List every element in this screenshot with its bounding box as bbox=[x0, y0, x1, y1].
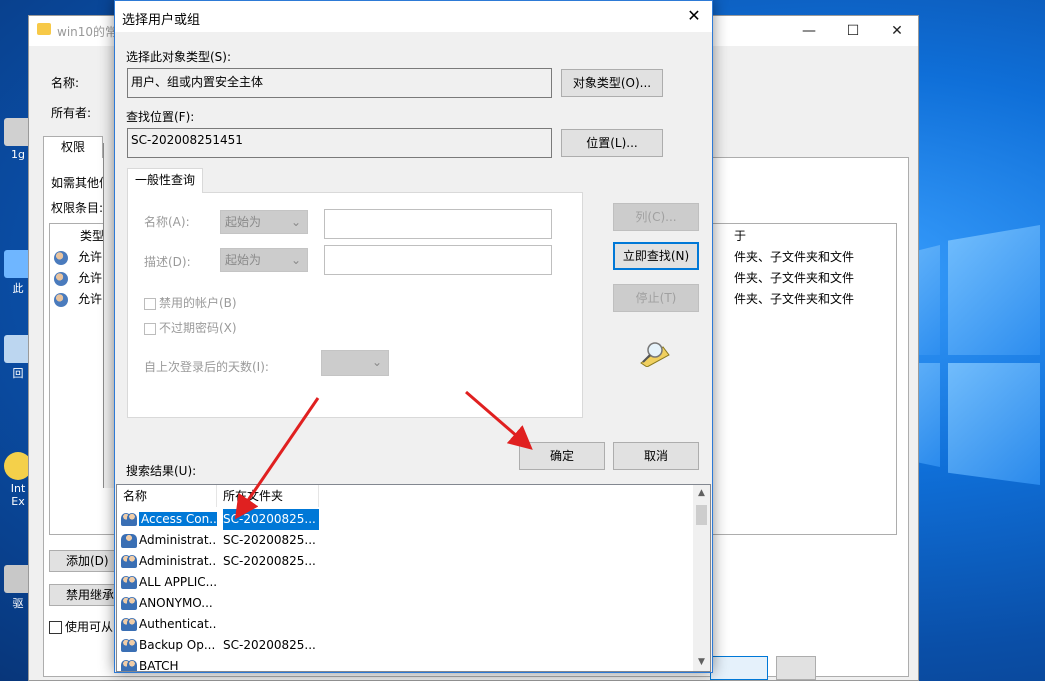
maximize-button[interactable]: ☐ bbox=[843, 21, 863, 41]
name-mode-select: 起始为 ⌄ bbox=[220, 210, 308, 234]
object-type-field: 用户、组或内置安全主体 bbox=[127, 68, 552, 98]
group-icon bbox=[121, 659, 137, 671]
search-results-list[interactable]: 名称 所在文件夹 Access Con... SC-20200825... Admi… bbox=[116, 484, 711, 672]
stop-button: 停止(T) bbox=[613, 284, 699, 312]
non-expiring-password-checkbox: 不过期密码(X) bbox=[144, 319, 237, 336]
result-folder: SC-20200825... bbox=[223, 533, 316, 547]
users-icon bbox=[54, 271, 68, 286]
column-header-name[interactable]: 名称 bbox=[117, 485, 217, 507]
search-results-label: 搜索结果(U): bbox=[126, 464, 197, 478]
list-item[interactable]: BATCH bbox=[117, 656, 697, 672]
find-now-button[interactable]: 立即查找(N) bbox=[613, 242, 699, 270]
close-button[interactable]: ✕ bbox=[887, 21, 907, 41]
group-icon bbox=[121, 596, 137, 611]
group-icon bbox=[121, 575, 137, 590]
apply-text: 件夹、子文件夹和文件 bbox=[734, 271, 855, 285]
search-flashlight-icon bbox=[640, 342, 670, 367]
ok-button-partial[interactable] bbox=[710, 656, 768, 680]
cancel-button-partial[interactable] bbox=[776, 656, 816, 680]
chevron-down-icon: ⌄ bbox=[290, 253, 301, 267]
ok-button[interactable]: 确定 bbox=[519, 442, 605, 470]
users-icon bbox=[54, 250, 68, 265]
owner-label: 所有者: bbox=[51, 106, 92, 120]
dialog-titlebar: 选择用户或组 ✕ bbox=[115, 1, 712, 32]
result-name: Backup Op... bbox=[139, 638, 216, 652]
result-folder: SC-20200825... bbox=[223, 638, 316, 652]
disabled-accounts-checkbox: 禁用的帐户(B) bbox=[144, 294, 237, 311]
group-icon bbox=[121, 554, 137, 569]
table-row[interactable]: 允许 bbox=[54, 268, 102, 288]
group-icon bbox=[121, 512, 137, 527]
scroll-down-icon: ▼ bbox=[698, 657, 705, 667]
name-label: 名称(A): bbox=[144, 215, 190, 229]
result-name: BATCH bbox=[139, 659, 179, 672]
result-name: Authenticat... bbox=[139, 617, 217, 631]
tab-permissions[interactable]: 权限 bbox=[43, 136, 103, 158]
name-label: 名称: bbox=[51, 76, 80, 90]
group-icon bbox=[121, 638, 137, 653]
days-select: ⌄ bbox=[321, 350, 389, 376]
close-icon[interactable]: ✕ bbox=[684, 6, 704, 26]
use-inheritable-checkbox[interactable]: 使用可从 bbox=[49, 618, 113, 635]
description-input[interactable] bbox=[324, 245, 552, 275]
result-name: ANONYMO... bbox=[139, 596, 213, 610]
result-name: Administrat... bbox=[139, 554, 217, 568]
cancel-button[interactable]: 取消 bbox=[613, 442, 699, 470]
dialog-title: 选择用户或组 bbox=[122, 13, 201, 28]
scroll-up-icon: ▲ bbox=[698, 488, 705, 498]
days-since-login-label: 自上次登录后的天数(I): bbox=[144, 360, 269, 374]
info-text: 如需其他信 bbox=[51, 176, 112, 190]
location-field: SC-202008251451 bbox=[127, 128, 552, 158]
list-item[interactable]: ALL APPLIC... bbox=[117, 572, 697, 593]
locations-button[interactable]: 位置(L)... bbox=[561, 129, 663, 157]
window-title: win10的常 bbox=[57, 25, 118, 39]
table-row[interactable]: 允许 bbox=[54, 289, 102, 309]
general-query-panel: 名称(A): 起始为 ⌄ 描述(D): 起始为 ⌄ 禁用的帐户(B) 不过期密码(X… bbox=[127, 192, 583, 418]
chevron-down-icon: ⌄ bbox=[371, 355, 382, 369]
list-item[interactable]: Authenticat... bbox=[117, 614, 697, 635]
result-folder: SC-20200825... bbox=[223, 554, 316, 568]
description-label: 描述(D): bbox=[144, 255, 191, 269]
location-label: 查找位置(F): bbox=[126, 110, 195, 124]
column-header-folder[interactable]: 所在文件夹 bbox=[217, 485, 319, 507]
list-item[interactable]: Administrat... SC-20200825... bbox=[117, 551, 697, 572]
results-scrollbar[interactable]: ▲ ▼ bbox=[693, 485, 710, 671]
columns-button: 列(C)... bbox=[613, 203, 699, 231]
result-name: Administrat... bbox=[139, 533, 217, 547]
description-mode-select: 起始为 ⌄ bbox=[220, 248, 308, 272]
list-item[interactable]: ANONYMO... bbox=[117, 593, 697, 614]
name-input[interactable] bbox=[324, 209, 552, 239]
entries-label: 权限条目: bbox=[51, 201, 104, 215]
folder-icon bbox=[37, 23, 51, 35]
group-icon bbox=[121, 617, 137, 632]
apply-header: 于 bbox=[734, 229, 747, 243]
scroll-thumb bbox=[696, 505, 707, 525]
apply-text: 件夹、子文件夹和文件 bbox=[734, 292, 855, 306]
chevron-down-icon: ⌄ bbox=[290, 215, 301, 229]
user-icon bbox=[121, 533, 137, 548]
list-item[interactable]: Access Con... SC-20200825... bbox=[117, 509, 697, 530]
minimize-button[interactable]: — bbox=[799, 21, 819, 41]
tab-general-query[interactable]: 一般性查询 bbox=[127, 168, 203, 193]
result-name: ALL APPLIC... bbox=[139, 575, 217, 589]
object-types-button[interactable]: 对象类型(O)... bbox=[561, 69, 663, 97]
result-folder: SC-20200825... bbox=[223, 509, 319, 530]
object-type-label: 选择此对象类型(S): bbox=[126, 50, 232, 64]
apply-text: 件夹、子文件夹和文件 bbox=[734, 250, 855, 264]
result-name: Access Con... bbox=[139, 512, 217, 526]
list-item[interactable]: Administrat... SC-20200825... bbox=[117, 530, 697, 551]
list-item[interactable]: Backup Op... SC-20200825... bbox=[117, 635, 697, 656]
user-icon bbox=[54, 292, 68, 307]
table-row[interactable]: 允许 bbox=[54, 247, 102, 267]
type-header: 类型 bbox=[80, 229, 105, 243]
select-users-dialog: 选择用户或组 ✕ 选择此对象类型(S): 用户、组或内置安全主体 对象类型(O)… bbox=[114, 0, 713, 673]
